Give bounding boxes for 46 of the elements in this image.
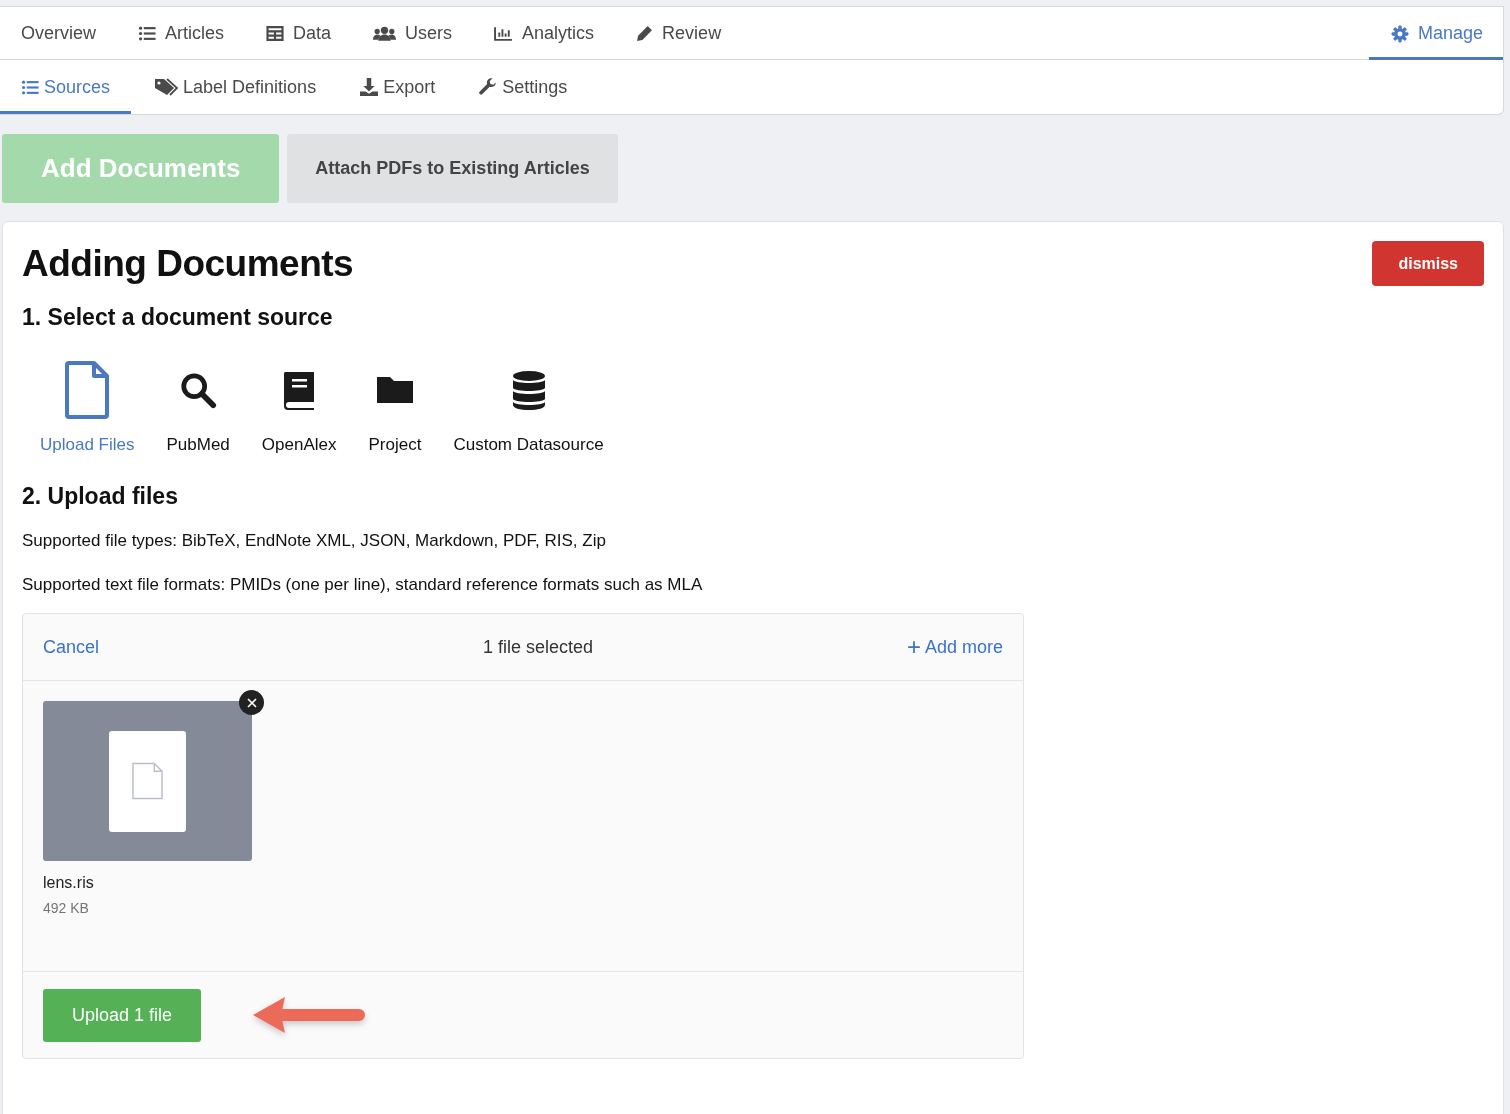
- supported-formats-text: Supported text file formats: PMIDs (one per line), standard reference formats such as MLA: [22, 575, 704, 595]
- file-name: lens.ris: [43, 874, 95, 892]
- panel-title: Adding Documents: [22, 243, 354, 285]
- selection-status: 1 file selected: [482, 636, 593, 658]
- source-option[interactable]: Custom Datasource: [453, 359, 604, 455]
- remove-file-button[interactable]: [239, 690, 264, 715]
- sub-tab[interactable]: Settings: [458, 60, 589, 114]
- list-icon: [138, 25, 156, 41]
- sub-tab[interactable]: Sources: [0, 60, 132, 114]
- step-heading: 1. Select a document source: [22, 304, 334, 331]
- nav-tab[interactable]: Analytics: [473, 7, 616, 59]
- pencil-icon: [636, 24, 654, 42]
- bar-chart-icon: [494, 25, 514, 41]
- file-size: 492 KB: [43, 900, 90, 916]
- source-option[interactable]: Upload Files: [40, 359, 135, 455]
- source-option[interactable]: OpenAlex: [261, 359, 337, 455]
- nav-tab[interactable]: Users: [352, 7, 474, 59]
- sub-tab[interactable]: Label Definitions: [133, 60, 338, 114]
- nav-tab[interactable]: Review: [615, 7, 743, 59]
- folder-icon: [374, 375, 415, 405]
- download-icon: [360, 78, 379, 96]
- source-option[interactable]: Project: [368, 359, 422, 455]
- file-icon: [132, 762, 163, 800]
- add-more-link[interactable]: + Add more: [906, 635, 1003, 659]
- attach-pdfs-button[interactable]: Attach PDFs to Existing Articles: [287, 134, 618, 203]
- users-icon: [373, 25, 397, 41]
- file-icon: [65, 361, 110, 419]
- settings-icon: [1390, 24, 1409, 43]
- table-icon: [266, 25, 285, 41]
- supported-formats-text: Supported file types: BibTeX, EndNote XML, JSON, Markdown, PDF, RIS, Zip: [22, 531, 607, 551]
- cancel-link[interactable]: Cancel: [43, 636, 100, 658]
- nav-tab[interactable]: Manage: [1368, 7, 1503, 60]
- database-icon: [511, 370, 546, 410]
- list-icon: [21, 79, 39, 95]
- close-icon: [246, 697, 257, 708]
- source-option[interactable]: PubMed: [166, 359, 230, 455]
- nav-tab[interactable]: Articles: [117, 7, 246, 59]
- wrench-icon: [479, 78, 498, 96]
- book-icon: [282, 370, 317, 410]
- dismiss-button[interactable]: dismiss: [1372, 241, 1484, 286]
- nav-tab[interactable]: Overview: [0, 7, 117, 59]
- tags-icon: [154, 78, 179, 96]
- sub-tab[interactable]: Export: [339, 60, 457, 114]
- nav-tab[interactable]: Data: [245, 7, 353, 59]
- search-icon: [179, 371, 218, 409]
- step-heading: 2. Upload files: [22, 483, 179, 510]
